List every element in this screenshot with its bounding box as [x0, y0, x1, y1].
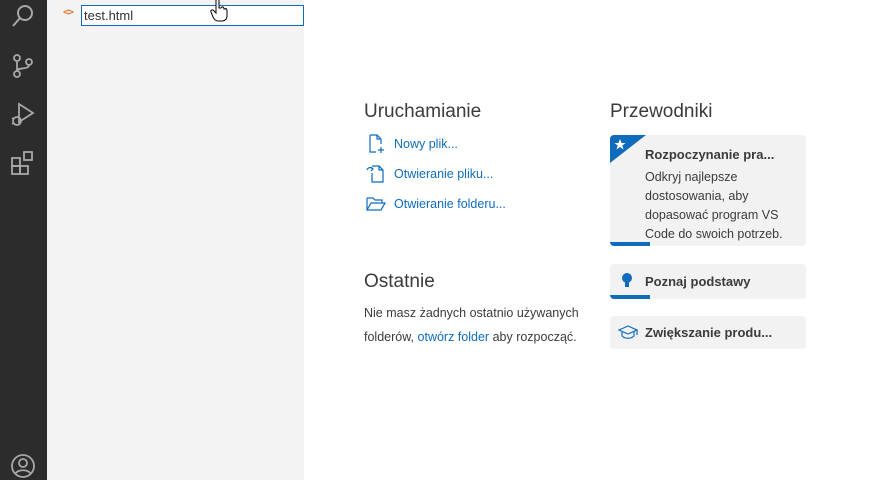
explorer-sidebar: <>	[47, 0, 304, 480]
card-title: Rozpoczynanie pra...	[645, 147, 775, 162]
star-icon	[610, 135, 646, 163]
file-rename-input[interactable]	[81, 5, 304, 26]
open-folder-label: Otwieranie folderu...	[394, 197, 506, 211]
card-description: Odkryj najlepsze dostosowania, aby dopas…	[645, 170, 783, 241]
walkthrough-card-get-started[interactable]: Rozpoczynanie pra... Odkryj najlepsze do…	[610, 135, 806, 246]
welcome-page: Uruchamianie Nowy plik... Otwieranie pli…	[304, 0, 880, 480]
source-control-icon[interactable]	[8, 51, 38, 81]
open-file-button[interactable]: Otwieranie pliku...	[366, 163, 493, 185]
run-debug-icon[interactable]	[8, 99, 38, 129]
card-progress-bar	[610, 295, 650, 299]
html-file-icon: <>	[63, 7, 74, 18]
hand-cursor-icon	[210, 0, 228, 22]
new-file-label: Nowy plik...	[394, 137, 458, 151]
card-title: Zwiększanie produ...	[645, 325, 773, 340]
lightbulb-icon	[622, 273, 632, 287]
recent-section-title: Ostatnie	[364, 271, 435, 292]
card-title: Poznaj podstawy	[645, 274, 751, 289]
open-folder-button[interactable]: Otwieranie folderu...	[366, 193, 506, 215]
activity-bar	[0, 0, 47, 480]
open-folder-icon	[366, 197, 386, 211]
mortarboard-icon	[618, 325, 638, 339]
walkthrough-card-basics[interactable]: Poznaj podstawy	[610, 264, 806, 299]
new-file-icon	[369, 134, 384, 153]
card-progress-bar	[610, 242, 650, 246]
search-icon[interactable]	[8, 2, 38, 32]
open-file-icon	[366, 165, 384, 183]
new-file-button[interactable]: Nowy plik...	[366, 133, 458, 155]
open-file-label: Otwieranie pliku...	[394, 167, 494, 181]
file-rename-row: <>	[47, 0, 304, 26]
walkthrough-card-productivity[interactable]: Zwiększanie produ...	[610, 316, 806, 349]
open-folder-link[interactable]: otwórz folder	[418, 330, 490, 344]
start-section-title: Uruchamianie	[364, 101, 482, 122]
extensions-icon[interactable]	[8, 148, 38, 178]
recent-empty-message: Nie masz żadnych ostatnio używanych fold…	[364, 301, 584, 349]
walkthroughs-section-title: Przewodniki	[610, 101, 713, 122]
account-icon[interactable]	[9, 452, 37, 480]
recent-text-after: aby rozpocząć.	[492, 330, 577, 344]
